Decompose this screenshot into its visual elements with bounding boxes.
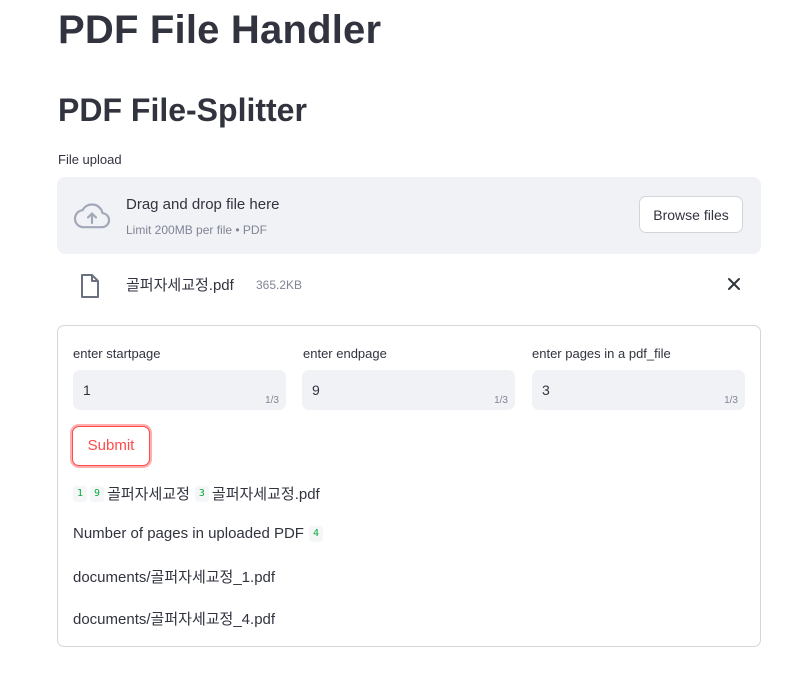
pages-per-file-value: 3 xyxy=(542,382,550,398)
output-path-line: documents/골퍼자세교정_4.pdf xyxy=(73,611,276,628)
start-page-badge: 1 xyxy=(73,485,88,502)
pages-per-file-label: enter pages in a pdf_file xyxy=(532,346,671,361)
output-file-stem: 골퍼자세교정 xyxy=(107,486,190,503)
browse-files-button[interactable]: Browse files xyxy=(639,196,743,233)
file-icon xyxy=(81,274,99,298)
file-dropzone[interactable]: Drag and drop file here Limit 200MB per … xyxy=(57,177,761,254)
startpage-value: 1 xyxy=(83,382,91,398)
startpage-label: enter startpage xyxy=(73,346,161,361)
end-page-badge: 9 xyxy=(90,485,105,502)
endpage-char-counter: 1/3 xyxy=(494,395,508,406)
cloud-upload-icon xyxy=(73,203,111,229)
page: PDF File Handler PDF File-Splitter File … xyxy=(0,0,797,677)
endpage-value: 9 xyxy=(312,382,320,398)
page-count-badge: 4 xyxy=(308,525,324,542)
uploaded-file-size: 365.2KB xyxy=(256,278,303,292)
pages-per-file-input[interactable]: 3 1/3 xyxy=(532,370,745,410)
page-title: PDF File Handler xyxy=(58,8,382,52)
page-count-text: Number of pages in uploaded PDF xyxy=(73,525,304,542)
pages-per-file-char-counter: 1/3 xyxy=(724,395,738,406)
section-title: PDF File-Splitter xyxy=(58,92,307,128)
output-file-name: 골퍼자세교정.pdf xyxy=(211,486,320,503)
output-path-line: documents/골퍼자세교정_1.pdf xyxy=(73,569,276,586)
file-upload-label: File upload xyxy=(58,152,122,167)
startpage-input[interactable]: 1 1/3 xyxy=(73,370,286,410)
split-form: enter startpage 1 1/3 enter endpage 9 1/… xyxy=(57,325,761,647)
startpage-char-counter: 1/3 xyxy=(265,395,279,406)
uploaded-file-name: 골퍼자세교정.pdf xyxy=(126,277,234,294)
uploaded-file-item: 골퍼자세교정.pdf 365.2KB xyxy=(57,265,761,305)
endpage-label: enter endpage xyxy=(303,346,387,361)
dropzone-instructions: Drag and drop file here xyxy=(126,196,280,213)
close-icon[interactable] xyxy=(727,277,741,291)
pages-per-file-badge: 3 xyxy=(194,485,209,502)
output-summary-line: 1 9 골퍼자세교정 3 골퍼자세교정.pdf xyxy=(73,483,320,504)
dropzone-limit-text: Limit 200MB per file • PDF xyxy=(126,223,267,237)
endpage-input[interactable]: 9 1/3 xyxy=(302,370,515,410)
page-count-line: Number of pages in uploaded PDF 4 xyxy=(73,525,326,542)
submit-button[interactable]: Submit xyxy=(72,426,150,466)
